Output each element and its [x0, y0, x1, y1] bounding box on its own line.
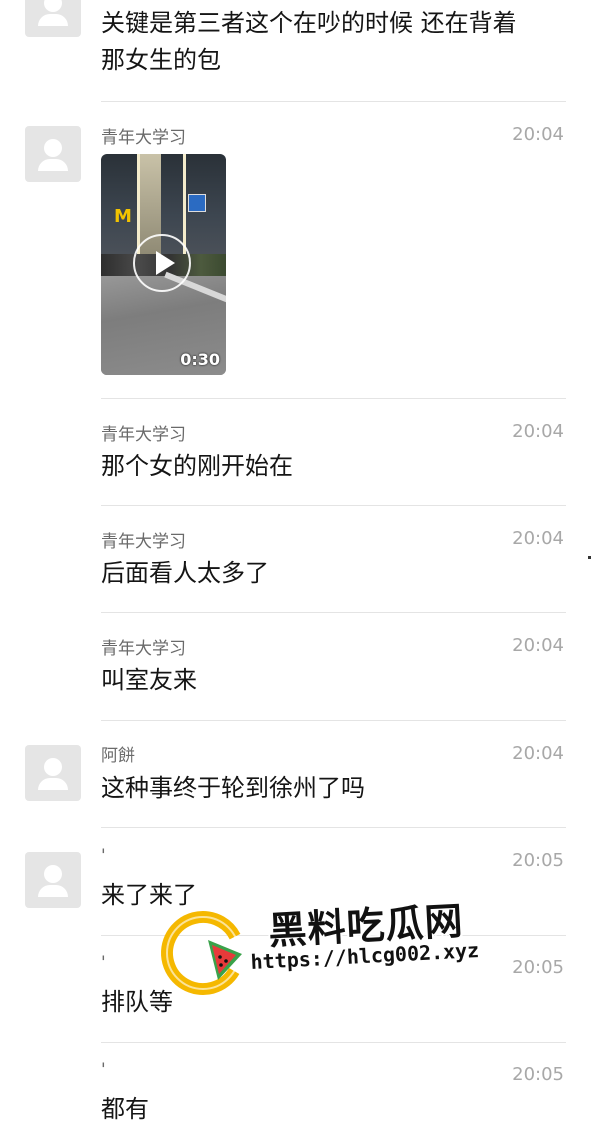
message-time: 20:04 [512, 421, 564, 442]
avatar-head-shape [44, 139, 62, 157]
edge-dot [588, 556, 591, 559]
message-time: 20:04 [512, 124, 564, 145]
message-text: 那个女的刚开始在 [101, 452, 293, 480]
divider [101, 1042, 566, 1043]
message-text: 来了来了 [101, 881, 197, 909]
play-icon[interactable] [133, 234, 191, 292]
sender-name: 青年大学习 [101, 425, 186, 445]
avatar-head-shape [44, 0, 62, 12]
video-duration: 0:30 [180, 350, 220, 369]
avatar[interactable] [25, 852, 81, 908]
message-text: 叫室友来 [101, 666, 197, 694]
video-thumbnail[interactable]: M 0:30 [101, 154, 226, 375]
message-text: 都有 [101, 1095, 149, 1123]
sender-name: 阿餅 [101, 746, 135, 766]
video-mcdonalds-logo: M [114, 206, 132, 227]
divider [101, 720, 566, 721]
avatar-body-shape [38, 159, 68, 171]
video-road-sign [188, 194, 206, 212]
avatar-body-shape [38, 885, 68, 897]
avatar-head-shape [44, 865, 62, 883]
divider [101, 612, 566, 613]
message-text: 关键是第三者这个在吵的时候 还在背着 [101, 9, 517, 37]
play-triangle [156, 251, 175, 275]
sender-name: 青年大学习 [101, 532, 186, 552]
sender-name: 青年大学习 [101, 639, 186, 659]
avatar[interactable] [25, 126, 81, 182]
avatar-head-shape [44, 758, 62, 776]
divider [101, 827, 566, 828]
message-time: 20:05 [512, 850, 564, 871]
message-time: 20:05 [512, 957, 564, 978]
message-time: 20:04 [512, 528, 564, 549]
message-time: 20:04 [512, 743, 564, 764]
avatar[interactable] [25, 745, 81, 801]
message-time: 20:04 [512, 635, 564, 656]
sender-name: ' [101, 1060, 106, 1080]
avatar-body-shape [38, 778, 68, 790]
message-text: 这种事终于轮到徐州了吗 [101, 774, 365, 802]
divider [101, 101, 566, 102]
watermark-logo-icon [161, 911, 245, 995]
avatar[interactable] [25, 0, 81, 37]
avatar-body-shape [38, 14, 68, 26]
message-text: 后面看人太多了 [101, 559, 269, 587]
divider [101, 398, 566, 399]
sender-name: ' [101, 846, 106, 866]
message-text: 那女生的包 [101, 46, 221, 74]
sender-name: 青年大学习 [101, 128, 186, 148]
message-time: 20:05 [512, 1064, 564, 1085]
sender-name: ' [101, 953, 106, 973]
divider [101, 505, 566, 506]
